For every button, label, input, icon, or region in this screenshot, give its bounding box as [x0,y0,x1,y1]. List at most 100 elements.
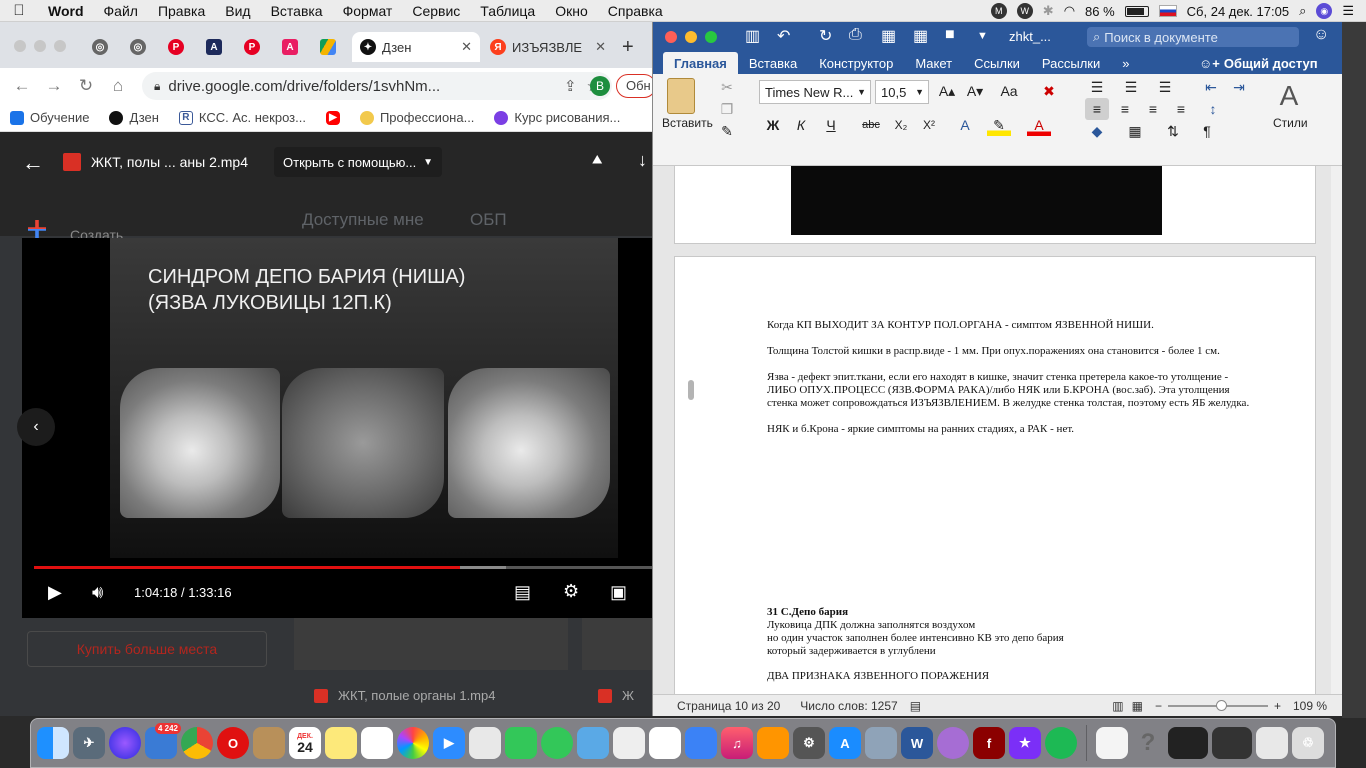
window-zoom-button[interactable] [54,40,66,52]
chrome-icon[interactable] [181,727,213,759]
tab-4[interactable]: A [198,32,230,62]
tab-insert[interactable]: Вставка [738,52,808,74]
word-icon[interactable]: W [901,727,933,759]
address-bar[interactable]: 🔒︎ drive.google.com/drive/folders/1svhNm… [142,72,612,100]
add-shortcut-icon[interactable]: ⯅ [590,150,604,171]
tab-yandex[interactable]: Я ИЗЪЯЗВЛЕ ✕ [482,32,614,62]
spotlight-search-icon[interactable]: ⌕ [1299,3,1306,19]
siri-icon[interactable] [109,727,141,759]
bookmark-obuchenie[interactable]: Обучение [0,110,99,125]
zoom-slider[interactable] [1167,699,1268,711]
numbering-icon[interactable]: ☰ [1119,76,1143,98]
wordpress-status-icon[interactable]: W [1016,3,1033,19]
tab-close-icon[interactable]: ✕ [461,39,472,55]
apple-menu-icon[interactable]:  [0,2,38,19]
previous-file-button[interactable]: ‹ [17,408,55,446]
bookmark-dzen[interactable]: Дзен [99,110,168,125]
menu-edit[interactable]: Правка [148,3,215,19]
flash-icon[interactable]: f [973,727,1005,759]
numbers-icon[interactable] [649,727,681,759]
document-search-input[interactable]: ⌕ Поиск в документе [1087,27,1299,47]
web-layout-icon[interactable]: ▦ [1132,699,1143,713]
borders-icon[interactable]: ▦ [1123,120,1147,142]
play-button[interactable]: ▶ [48,582,62,603]
forward-button[interactable]: → [38,76,70,96]
tab-2[interactable]: ◎ [122,32,154,62]
file-item[interactable]: ЖКТ, полые органы 1.mp4 [314,688,495,703]
video-progress-bar[interactable] [34,566,460,569]
clear-formatting-icon[interactable]: ✖ [1037,80,1061,102]
open-with-dropdown[interactable]: Открыть с помощью... ▼ [274,147,442,177]
document-icon[interactable] [1096,727,1128,759]
messages-icon[interactable] [541,727,573,759]
system-preferences-icon[interactable]: ⚙ [793,727,825,759]
format-painter-icon[interactable]: ✎ [715,120,739,142]
clock[interactable]: Сб, 24 дек. 17:05 [1187,4,1289,19]
line-spacing-icon[interactable]: ↕ [1201,98,1225,120]
menu-view[interactable]: Вид [215,3,260,19]
menu-help[interactable]: Справка [598,3,673,19]
menu-insert[interactable]: Вставка [261,3,333,19]
tab-references[interactable]: Ссылки [963,52,1031,74]
star-app-icon[interactable]: ★ [1009,727,1041,759]
tab-7[interactable] [312,32,344,62]
viewer-back-button[interactable]: ← [22,150,44,176]
show-formatting-icon[interactable]: ¶ [1195,120,1219,142]
file-thumbnail[interactable] [294,618,568,670]
zoom-in-icon[interactable]: + [1274,699,1281,713]
home-button[interactable]: ⌂ [102,76,134,96]
bookmark-drawing[interactable]: Курс рисования... [484,110,630,125]
align-right-icon[interactable]: ≡ [1141,98,1165,120]
font-size-select[interactable]: 10,5 ▼ [875,80,929,104]
notes-icon[interactable] [325,727,357,759]
reminders-icon[interactable] [361,727,393,759]
menu-table[interactable]: Таблица [470,3,545,19]
trash-icon[interactable]: ♲ [1292,727,1324,759]
app-store-icon[interactable]: A [829,727,861,759]
zoom-level[interactable]: 109 % [1293,699,1327,713]
share-button[interactable]: ☺+ Общий доступ [1199,52,1318,74]
zoom-slider-thumb[interactable] [1215,699,1227,711]
keynote-icon[interactable] [685,727,717,759]
bluetooth-icon[interactable]: ✱ [1043,3,1054,19]
grow-font-icon[interactable]: A▴ [935,80,959,102]
textedit-icon[interactable] [613,727,645,759]
document-area[interactable]: Когда КП ВЫХОДИТ ЗА КОНТУР ПОЛ.ОРГАНА - … [653,166,1331,698]
calendar-icon[interactable]: ДЕК. 24 [289,727,321,759]
paste-label[interactable]: Вставить [662,116,713,130]
opera-icon[interactable]: O [217,727,249,759]
drive-shared-with-me[interactable]: Доступные мне [302,210,424,230]
word-count[interactable]: Число слов: 1257 [800,699,897,713]
print-icon[interactable]: ⎙ [849,26,862,44]
sidebar-toggle-icon[interactable]: ▥ [745,26,760,46]
window-zoom-button[interactable] [705,31,717,43]
align-left-icon[interactable]: ≡ [1085,98,1109,120]
italic-icon[interactable]: К [789,114,813,136]
buy-more-storage-button[interactable]: Купить больше места [27,631,267,667]
copy-icon[interactable]: ❐ [715,98,739,120]
drive-folder-name[interactable]: ОБП [470,210,507,230]
subscript-icon[interactable]: X₂ [889,114,913,136]
finder-icon[interactable] [37,727,69,759]
tab-1[interactable]: ◎ [84,32,116,62]
maps-icon[interactable] [469,727,501,759]
volume-icon[interactable]: 🔊︎ [92,582,103,603]
subtitles-icon[interactable]: ▤ [514,582,531,603]
update-button[interactable]: Обн [616,74,652,98]
ribbon-more-icon[interactable]: » [1111,52,1140,74]
menu-format[interactable]: Формат [333,3,403,19]
reload-button[interactable]: ↻ [70,76,102,96]
menu-app-name[interactable]: Word [38,3,94,19]
window-close-button[interactable] [665,31,677,43]
launchpad-icon[interactable]: ✈ [73,727,105,759]
sort-icon[interactable]: ⇅ [1161,120,1185,142]
embedded-image[interactable] [791,166,1162,235]
shading-icon[interactable]: ◆ [1085,120,1109,142]
screenshot-thumbnail[interactable] [1212,727,1252,759]
menu-window[interactable]: Окно [545,3,598,19]
styles-label[interactable]: Стили [1273,116,1308,130]
tab-5[interactable]: P [236,32,268,62]
mail-icon[interactable] [577,727,609,759]
screenshot-thumbnail[interactable] [1168,727,1208,759]
share-icon[interactable]: ⇪ [564,77,577,95]
